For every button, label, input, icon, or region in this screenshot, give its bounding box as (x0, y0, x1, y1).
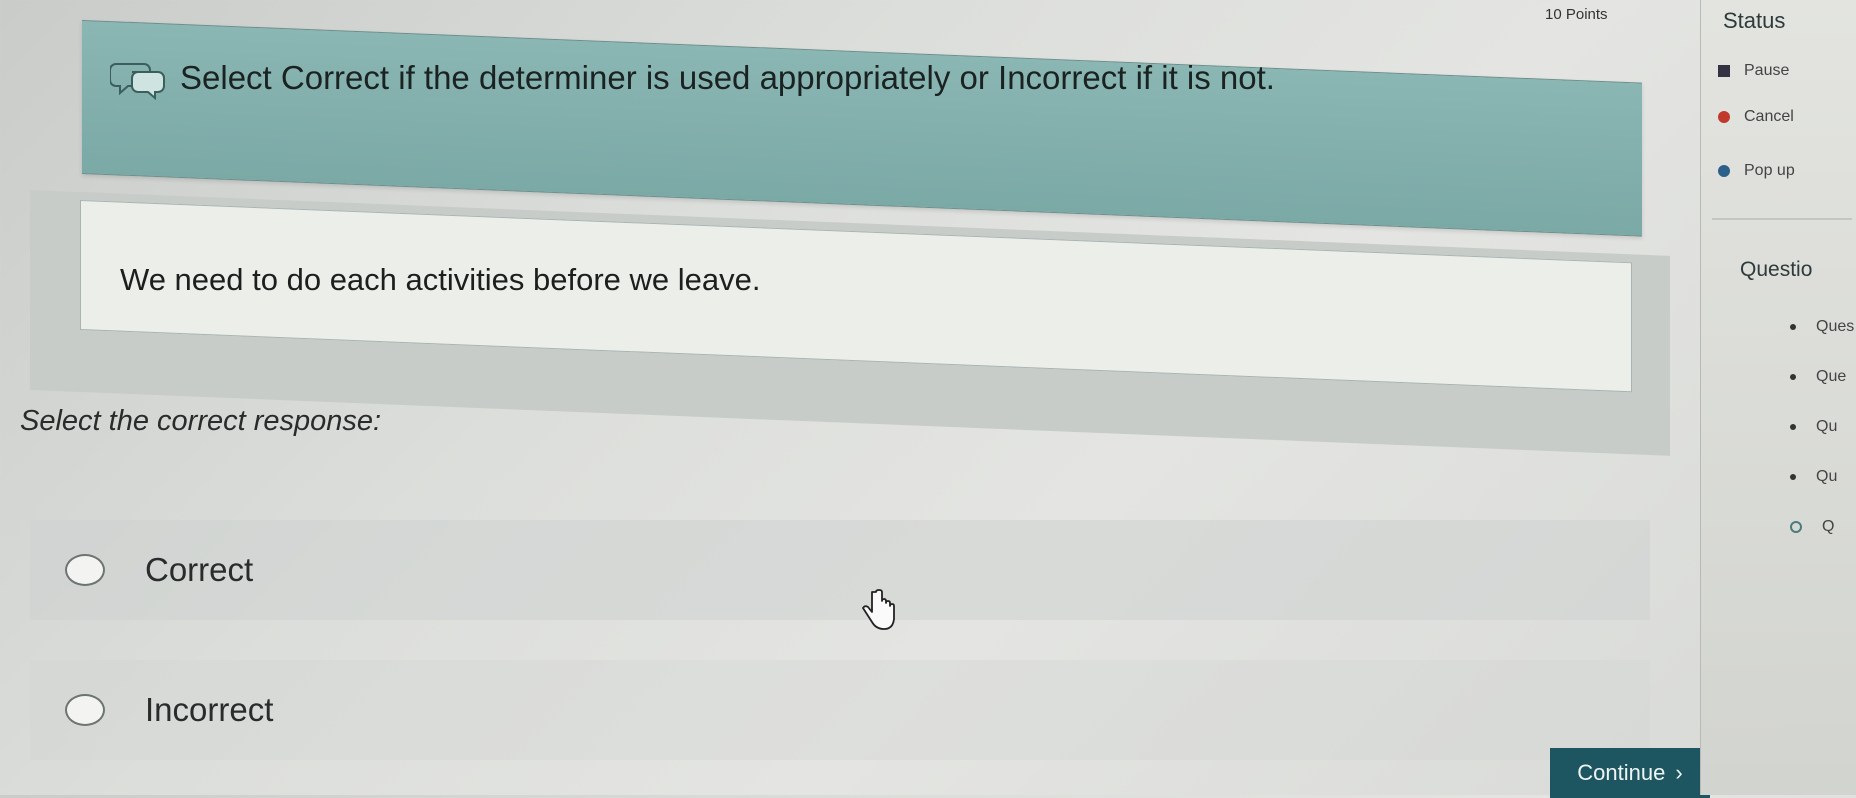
instruction-container: Select Correct if the determiner is used… (110, 56, 1275, 100)
option-label: Correct (145, 551, 254, 588)
question-nav-label: Que (1816, 368, 1847, 385)
continue-button[interactable]: Continue › (1550, 748, 1710, 798)
instruction-text: Select Correct if the determiner is used… (180, 59, 1275, 96)
sidebar-divider (1712, 218, 1852, 220)
popup-label: Pop up (1744, 162, 1795, 179)
response-prompt: Select the correct response: (20, 405, 382, 437)
bullet-icon (1790, 474, 1796, 480)
speech-bubble-icon (110, 63, 165, 100)
question-nav-item[interactable]: Qu (1790, 468, 1837, 486)
current-question-icon (1790, 521, 1802, 533)
question-nav-label: Ques (1816, 318, 1855, 335)
cancel-icon (1718, 111, 1730, 123)
chevron-right-icon: › (1675, 760, 1683, 785)
question-nav-label: Qu (1816, 468, 1838, 485)
popup-icon (1718, 165, 1730, 177)
main-panel: Select Correct if the determiner is used… (0, 0, 1710, 798)
popup-button[interactable]: Pop up (1718, 162, 1795, 180)
option-correct[interactable]: Correct (30, 520, 1650, 620)
bullet-icon (1790, 424, 1796, 430)
radio-button[interactable] (65, 554, 105, 586)
question-nav-item[interactable]: Qu (1790, 418, 1837, 436)
pause-icon (1718, 65, 1730, 77)
question-nav-label: Qu (1816, 418, 1838, 435)
status-title: Status (1723, 8, 1786, 33)
question-nav-label: Q (1822, 518, 1835, 535)
points-label: 10 Points (1545, 6, 1608, 23)
question-nav-item[interactable]: Ques (1790, 318, 1854, 336)
option-incorrect[interactable]: Incorrect (30, 660, 1650, 760)
bullet-icon (1790, 324, 1796, 330)
pause-label: Pause (1744, 62, 1790, 79)
questions-title: Questio (1740, 258, 1813, 281)
cancel-button[interactable]: Cancel (1718, 108, 1794, 126)
bullet-icon (1790, 374, 1796, 380)
radio-button[interactable] (65, 694, 105, 726)
hand-cursor-icon (862, 589, 895, 630)
pause-button[interactable]: Pause (1718, 62, 1789, 80)
question-nav-item[interactable]: Que (1790, 368, 1846, 386)
continue-label: Continue (1577, 760, 1666, 785)
option-label: Incorrect (145, 691, 274, 728)
cancel-label: Cancel (1744, 108, 1794, 125)
question-sentence: We need to do each activities before we … (120, 262, 761, 297)
question-nav-item-current[interactable]: Q (1790, 518, 1834, 536)
